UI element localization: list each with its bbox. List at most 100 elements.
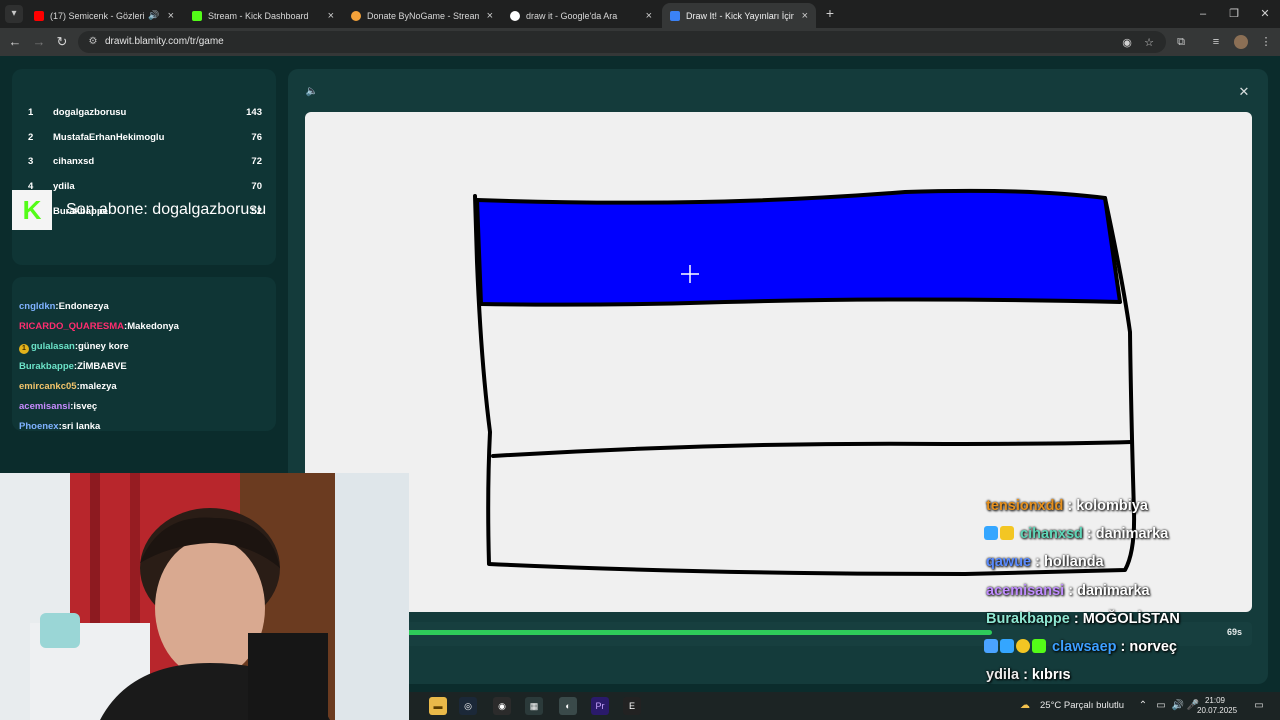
restore-icon[interactable]: ❐ xyxy=(1219,5,1249,23)
chat-text: :isveç xyxy=(70,401,98,412)
draw-it-icon xyxy=(670,10,680,21)
last-subscriber-text: Son abone: dogalgazborusu xyxy=(66,201,267,218)
overlay-username: clawsaep xyxy=(1052,639,1117,655)
close-tab-icon[interactable]: × xyxy=(802,10,808,22)
close-tab-icon[interactable]: × xyxy=(168,10,174,22)
chat-text: :Endonezya xyxy=(55,301,109,312)
tab-title: (17) Semicenk - Gözlerinde xyxy=(50,10,145,21)
file-explorer-icon[interactable]: ▬ xyxy=(429,697,447,715)
overlay-text: : kolombiya xyxy=(1063,498,1148,514)
obs-icon[interactable]: ◉ xyxy=(493,697,511,715)
notification-icon[interactable]: ▭ xyxy=(1252,699,1266,713)
overlay-text: : kıbrıs xyxy=(1019,667,1071,683)
overlay-text: : danimarka xyxy=(1064,583,1150,599)
overlay-username: tensionxdd xyxy=(986,498,1064,514)
badge-icon xyxy=(1000,526,1014,540)
chevron-up-icon[interactable]: ⌃ xyxy=(1136,699,1150,713)
chat-username: RICARDO_QUARESMA xyxy=(19,321,125,332)
reading-list-icon[interactable]: ≡ xyxy=(1207,33,1225,51)
youtube-icon xyxy=(34,10,44,21)
webcam-feed xyxy=(0,473,409,720)
network-icon[interactable]: ▭ xyxy=(1154,699,1168,713)
more-menu-icon[interactable]: ⋮ xyxy=(1257,33,1275,51)
clock[interactable]: 21:09 20.07.2025 xyxy=(1197,696,1237,716)
chat-message: Phoenex:sri lanka xyxy=(19,421,100,431)
tab-draw-it[interactable]: Draw It! - Kick Yayınları İçin Çiz × xyxy=(662,3,816,28)
steam-icon[interactable]: ◎ xyxy=(459,697,477,715)
overlay-chat-message: ydila : kıbrıs xyxy=(986,667,1071,687)
leaderboard-row: 2 MustafaErhanHekimoglu 76 xyxy=(28,132,262,146)
close-icon[interactable]: ✕ xyxy=(1237,85,1251,99)
close-tab-icon[interactable]: × xyxy=(646,10,652,22)
tab-bar: ▾ (17) Semicenk - Gözlerinde 🔊 × Stream … xyxy=(0,0,1280,28)
browser-icon[interactable]: ◐ xyxy=(559,697,577,715)
last-subscriber-banner: K Son abone: dogalgazborusu xyxy=(12,190,292,230)
clock-time: 21:09 xyxy=(1204,696,1226,705)
premiere-pro-icon[interactable]: Pr xyxy=(591,697,609,715)
weather-text[interactable]: 25°C Parçalı bulutlu xyxy=(1040,700,1124,711)
overlay-chat-message: cihanxsd : danimarka xyxy=(984,526,1168,546)
chat-message: cngldkn:Endonezya xyxy=(19,301,109,314)
overlay-text: : norveç xyxy=(1116,639,1177,655)
apps-grid-icon[interactable]: ▦ xyxy=(525,697,543,715)
reload-icon[interactable]: ↻ xyxy=(53,33,71,51)
player-score: 72 xyxy=(251,156,262,167)
chat-username: gulalasan xyxy=(31,341,75,352)
back-icon[interactable]: ← xyxy=(6,33,24,51)
close-window-icon[interactable]: ✕ xyxy=(1250,5,1280,23)
sub-badge-icon: 1 xyxy=(19,344,29,354)
weather-icon[interactable]: ☁ xyxy=(1018,699,1032,713)
overlay-chat-message: clawsaep : norveç xyxy=(984,639,1177,659)
google-icon xyxy=(510,10,520,21)
new-tab-icon[interactable]: + xyxy=(822,4,838,22)
overlay-username: acemisansi xyxy=(986,583,1065,599)
windows-taskbar: ▬ ◎ ◉ ▦ ◐ Pr E ☁ 25°C Parçalı bulutlu ⌃ … xyxy=(409,692,1280,720)
stripe-divider xyxy=(491,440,1133,458)
rank: 3 xyxy=(28,156,34,167)
tab-google[interactable]: draw it - Google'da Ara × xyxy=(502,3,660,28)
overlay-username: Burakbappe xyxy=(986,611,1070,627)
chat-text: :Makedonya xyxy=(124,321,179,332)
chat-username: acemisansi xyxy=(19,401,71,412)
epic-games-icon[interactable]: E xyxy=(623,697,641,715)
tab-donate[interactable]: Donate ByNoGame - Streamer × xyxy=(343,3,501,28)
chat-message: acemisansi:isveç xyxy=(19,401,97,414)
overlay-username: ydila xyxy=(986,667,1020,683)
profile-avatar[interactable] xyxy=(1234,35,1248,49)
blue-stripe xyxy=(475,188,1122,307)
player-name: cihanxsd xyxy=(53,156,95,167)
kick-icon xyxy=(192,10,202,21)
address-bar[interactable]: ⚙ drawit.blamity.com/tr/game ◉ ☆ xyxy=(78,31,1166,53)
chat-username: emircankc05 xyxy=(19,381,77,392)
speaker-icon[interactable]: 🔊 xyxy=(148,10,159,21)
overlay-chat-message: tensionxdd : kolombiya xyxy=(986,498,1148,518)
chat-text: :malezya xyxy=(76,381,117,392)
overlay-text: : hollanda xyxy=(1031,554,1104,570)
overlay-text: : danimarka xyxy=(1082,526,1169,542)
overlay-username: cihanxsd xyxy=(1020,526,1083,542)
player-name: dogalgazborusu xyxy=(53,107,127,118)
tab-kick-dashboard[interactable]: Stream - Kick Dashboard × xyxy=(184,3,342,28)
site-info-icon[interactable]: ⚙ xyxy=(86,35,100,49)
sound-icon[interactable]: 🔈 xyxy=(305,85,319,99)
chat-message: Burakbappe:ZİMBABVE xyxy=(19,361,127,374)
badge-icon xyxy=(1000,639,1014,653)
chat-text: :sri lanka xyxy=(58,421,101,431)
minimize-icon[interactable]: – xyxy=(1188,5,1218,23)
kick-logo-letter: K xyxy=(22,195,42,225)
bookmark-star-icon[interactable]: ☆ xyxy=(1142,36,1156,50)
tab-title: Draw It! - Kick Yayınları İçin Çiz xyxy=(686,10,794,21)
volume-icon[interactable]: 🔊 xyxy=(1171,699,1185,713)
rank: 2 xyxy=(28,132,34,143)
chat-text: :ZİMBABVE xyxy=(73,361,127,372)
forward-icon[interactable]: → xyxy=(30,33,48,51)
overlay-chat-message: acemisansi : danimarka xyxy=(986,583,1150,603)
eye-off-icon[interactable]: ◉ xyxy=(1120,36,1134,50)
close-tab-icon[interactable]: × xyxy=(487,10,493,22)
tab-youtube[interactable]: (17) Semicenk - Gözlerinde 🔊 × xyxy=(26,3,182,28)
extensions-icon[interactable]: ⧉ xyxy=(1172,33,1190,51)
close-tab-icon[interactable]: × xyxy=(328,10,334,22)
bynogame-icon xyxy=(351,10,361,21)
leaderboard-row: 1 dogalgazborusu 143 xyxy=(28,107,262,121)
tab-search-icon[interactable]: ▾ xyxy=(5,5,23,23)
